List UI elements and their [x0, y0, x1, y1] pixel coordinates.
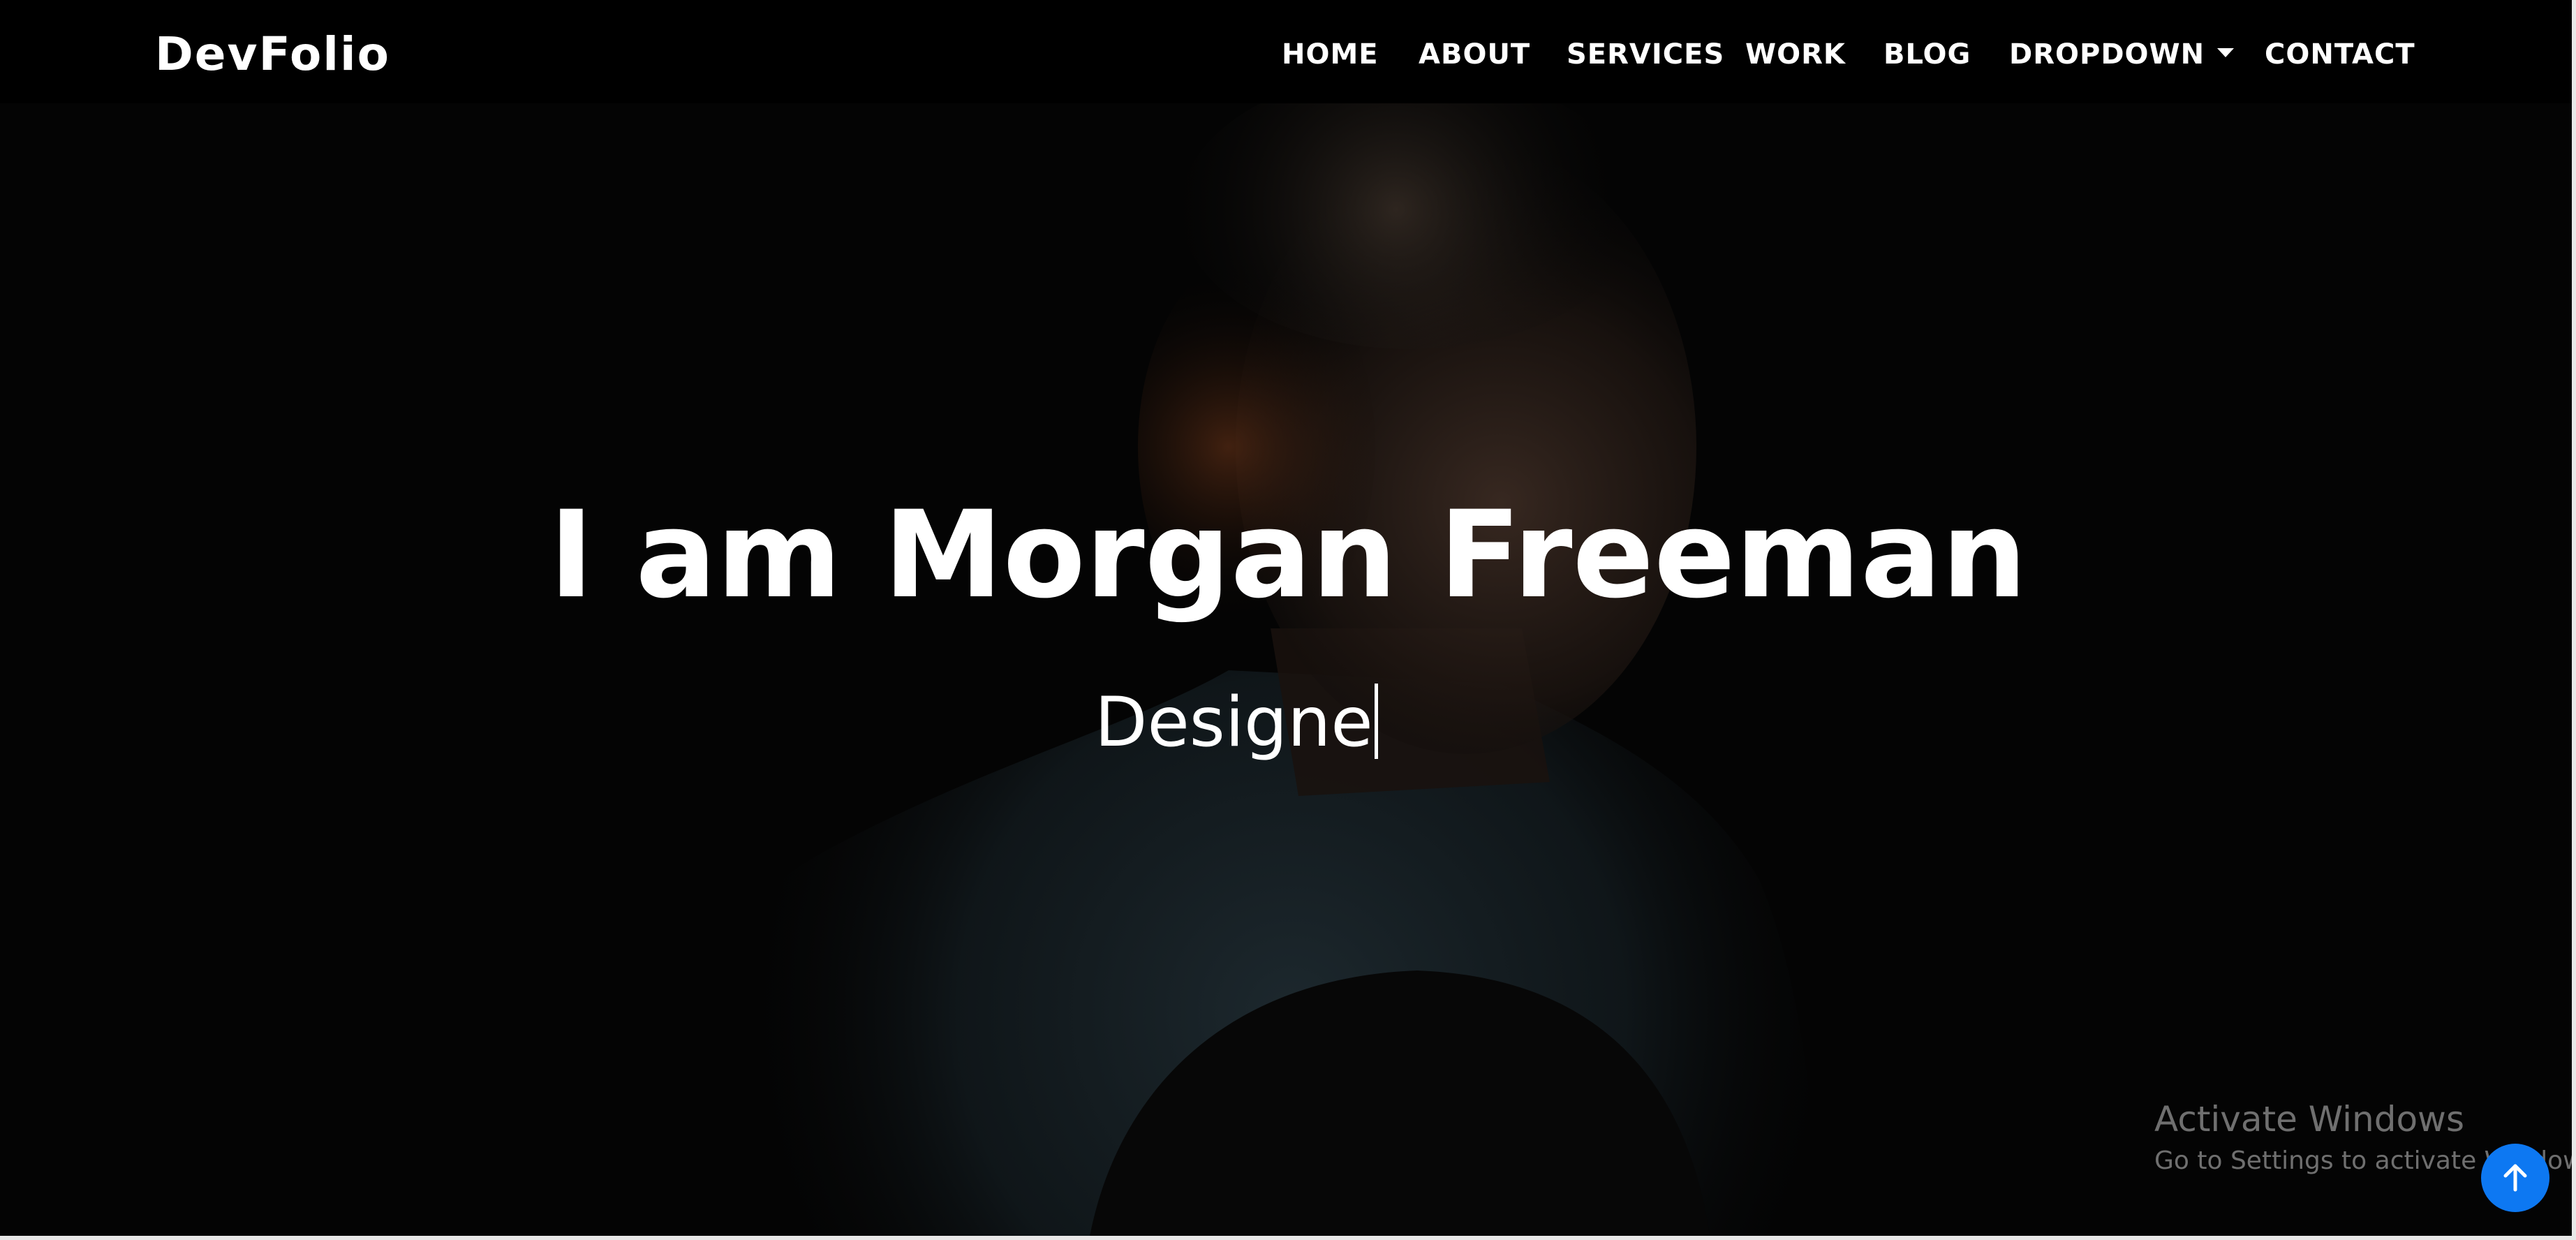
hero-typed-text: Designe	[1095, 683, 1373, 762]
nav-item-work[interactable]: WORK	[1745, 35, 1846, 74]
back-to-top-button[interactable]	[2481, 1144, 2549, 1212]
caret-down-icon	[2217, 47, 2235, 57]
navbar: DevFolio HOME ABOUT SERVICES WORK BLOG D…	[0, 0, 2576, 103]
arrow-up-icon	[2503, 1164, 2527, 1192]
nav-item-dropdown[interactable]: DROPDOWN	[2009, 35, 2235, 74]
nav-item-about[interactable]: ABOUT	[1419, 35, 1530, 74]
nav-item-contact[interactable]: CONTACT	[2265, 35, 2415, 74]
hero-subtitle: Designe	[1095, 677, 1378, 768]
nav-menu: HOME ABOUT SERVICES WORK BLOG DROPDOWN C…	[0, 35, 2576, 74]
page: DevFolio HOME ABOUT SERVICES WORK BLOG D…	[0, 0, 2576, 1240]
page-bottom-border	[0, 1236, 2576, 1240]
hero-title: I am Morgan Freeman	[549, 485, 2027, 625]
nav-item-blog[interactable]: BLOG	[1883, 35, 1971, 74]
nav-item-dropdown-label: DROPDOWN	[2009, 38, 2205, 71]
watermark-title: Activate Windows	[2154, 1099, 2464, 1139]
typing-cursor	[1374, 684, 1378, 760]
scrollbar-track[interactable]	[2572, 0, 2576, 1240]
nav-item-services[interactable]: SERVICES	[1567, 35, 1724, 74]
nav-item-home[interactable]: HOME	[1282, 35, 1379, 74]
